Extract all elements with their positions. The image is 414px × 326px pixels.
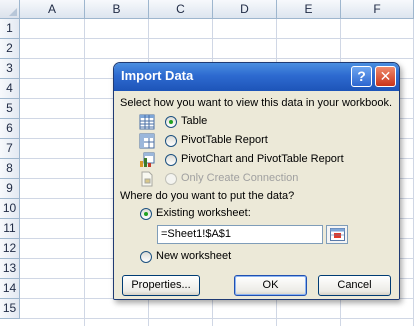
new-worksheet-radio[interactable] (140, 251, 152, 263)
ok-button[interactable]: OK (234, 275, 307, 296)
row-header-10[interactable]: 10 (0, 199, 20, 219)
row-header-9[interactable]: 9 (0, 179, 20, 199)
column-header-b[interactable]: B (85, 0, 149, 19)
dialog-title: Import Data (121, 68, 194, 83)
column-header-a[interactable]: A (20, 0, 85, 19)
row-header-4[interactable]: 4 (0, 79, 20, 99)
gridline (84, 19, 85, 326)
select-all-corner[interactable] (0, 0, 20, 19)
pivottable-icon (139, 133, 155, 149)
help-button[interactable]: ? (351, 66, 372, 87)
connection-radio (165, 173, 177, 185)
row-header-12[interactable]: 12 (0, 239, 20, 259)
import-data-dialog: Import Data ? ✕ Select how you want to v… (113, 62, 400, 300)
connection-option-label: Only Create Connection (181, 172, 299, 184)
row-header-14[interactable]: 14 (0, 279, 20, 299)
row-header-2[interactable]: 2 (0, 39, 20, 59)
existing-worksheet-radio[interactable] (140, 208, 152, 220)
range-picker-icon (330, 228, 345, 241)
column-header-d[interactable]: D (213, 0, 277, 19)
dialog-titlebar[interactable]: Import Data ? ✕ (114, 63, 399, 91)
row-header-8[interactable]: 8 (0, 159, 20, 179)
row-header-5[interactable]: 5 (0, 99, 20, 119)
pivotchart-option-label[interactable]: PivotChart and PivotTable Report (181, 153, 344, 165)
collapse-dialog-button[interactable] (326, 225, 348, 244)
row-header-6[interactable]: 6 (0, 119, 20, 139)
gridline (20, 38, 414, 39)
new-worksheet-label[interactable]: New worksheet (156, 250, 231, 262)
column-header-f[interactable]: F (341, 0, 414, 19)
view-prompt: Select how you want to view this data in… (120, 97, 393, 109)
pivotchart-radio[interactable] (165, 154, 177, 166)
close-button[interactable]: ✕ (375, 66, 396, 87)
pivottable-radio[interactable] (165, 135, 177, 147)
column-header-c[interactable]: C (149, 0, 213, 19)
row-header-15[interactable]: 15 (0, 299, 20, 319)
row-header-13[interactable]: 13 (0, 259, 20, 279)
row-header-7[interactable]: 7 (0, 139, 20, 159)
row-header-11[interactable]: 11 (0, 219, 20, 239)
location-prompt: Where do you want to put the data? (120, 190, 295, 202)
range-reference-input[interactable]: =Sheet1!$A$1 (157, 225, 323, 244)
gridline (20, 318, 414, 319)
column-header-e[interactable]: E (277, 0, 341, 19)
pivotchart-icon (140, 152, 155, 167)
existing-worksheet-label[interactable]: Existing worksheet: (156, 207, 251, 219)
dialog-body: Select how you want to view this data in… (114, 91, 399, 299)
table-radio[interactable] (165, 116, 177, 128)
gridline (20, 58, 414, 59)
row-header-3[interactable]: 3 (0, 59, 20, 79)
cancel-button[interactable]: Cancel (318, 275, 391, 296)
table-option-label[interactable]: Table (181, 115, 207, 127)
table-icon (139, 114, 155, 130)
properties-button[interactable]: Properties... (122, 275, 200, 296)
connection-icon (141, 171, 153, 187)
row-header-1[interactable]: 1 (0, 19, 20, 39)
pivottable-option-label[interactable]: PivotTable Report (181, 134, 268, 146)
